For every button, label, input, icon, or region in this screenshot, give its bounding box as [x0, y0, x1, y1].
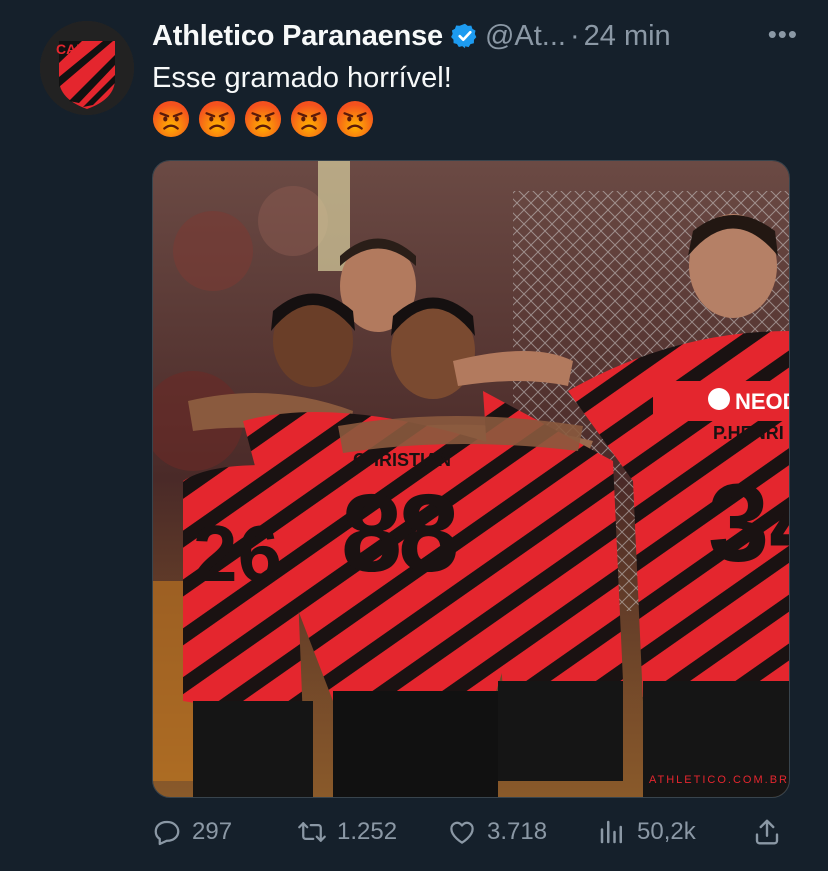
- reply-button[interactable]: 297: [152, 812, 232, 852]
- timestamp[interactable]: 24 min: [584, 20, 671, 53]
- separator-dot: ·: [569, 19, 580, 52]
- retweet-icon: [298, 822, 326, 842]
- retweet-count: 1.252: [337, 818, 398, 845]
- angry-face-icon: [198, 100, 236, 138]
- avatar[interactable]: CAP: [40, 21, 134, 115]
- view-count: 50,2k: [637, 818, 696, 845]
- heart-icon: [450, 821, 474, 844]
- retweet-button[interactable]: 1.252: [297, 812, 397, 852]
- angry-face-icon: [290, 100, 328, 138]
- like-button[interactable]: 3.718: [447, 812, 547, 852]
- share-icon: [755, 819, 779, 845]
- author-handle[interactable]: @At...: [485, 20, 566, 53]
- share-button[interactable]: [752, 812, 782, 852]
- verified-badge-icon: [451, 22, 479, 50]
- jersey-number-88: 88: [341, 472, 456, 595]
- jersey-name-christian: CHRISTIAN: [353, 450, 451, 470]
- more-options-icon[interactable]: •••: [768, 14, 798, 54]
- reply-icon: [154, 820, 180, 846]
- reply-count: 297: [192, 818, 233, 845]
- jersey-number-26: 26: [193, 509, 282, 598]
- emoji-row: [152, 100, 374, 142]
- tweet-card[interactable]: CAP Athletico Paranaense @At... · 24 min…: [0, 0, 828, 871]
- tweet-text: Esse gramado horrível!: [152, 62, 452, 94]
- analytics-icon: [600, 820, 622, 844]
- sponsor-logo: NEOD: [735, 389, 789, 414]
- tweet-photo[interactable]: 26 CHRISTIAN 88 NEO P.HENRI 3 ATHLETICO.…: [152, 160, 790, 798]
- jersey-name-phenri: P.HENRI: [713, 423, 784, 443]
- jersey-number-34: 34: [708, 462, 789, 585]
- angry-face-icon: [244, 100, 282, 138]
- photo-watermark: ATHLETICO.COM.BR: [649, 774, 789, 786]
- angry-face-icon: [336, 100, 374, 138]
- team-celebration-image: 26 CHRISTIAN 88 NEO P.HENRI 3 ATHLETICO.…: [153, 161, 789, 797]
- tweet-header: Athletico Paranaense @At... · 24 min •••: [152, 14, 808, 58]
- angry-face-icon: [152, 100, 190, 138]
- author-name[interactable]: Athletico Paranaense: [152, 20, 443, 53]
- like-count: 3.718: [487, 818, 548, 845]
- club-crest-icon: CAP: [40, 21, 134, 115]
- views-button[interactable]: 50,2k: [597, 812, 696, 852]
- crest-text: CAP: [56, 41, 86, 57]
- action-bar: 297 1.252 3.718 50,2k: [152, 812, 792, 852]
